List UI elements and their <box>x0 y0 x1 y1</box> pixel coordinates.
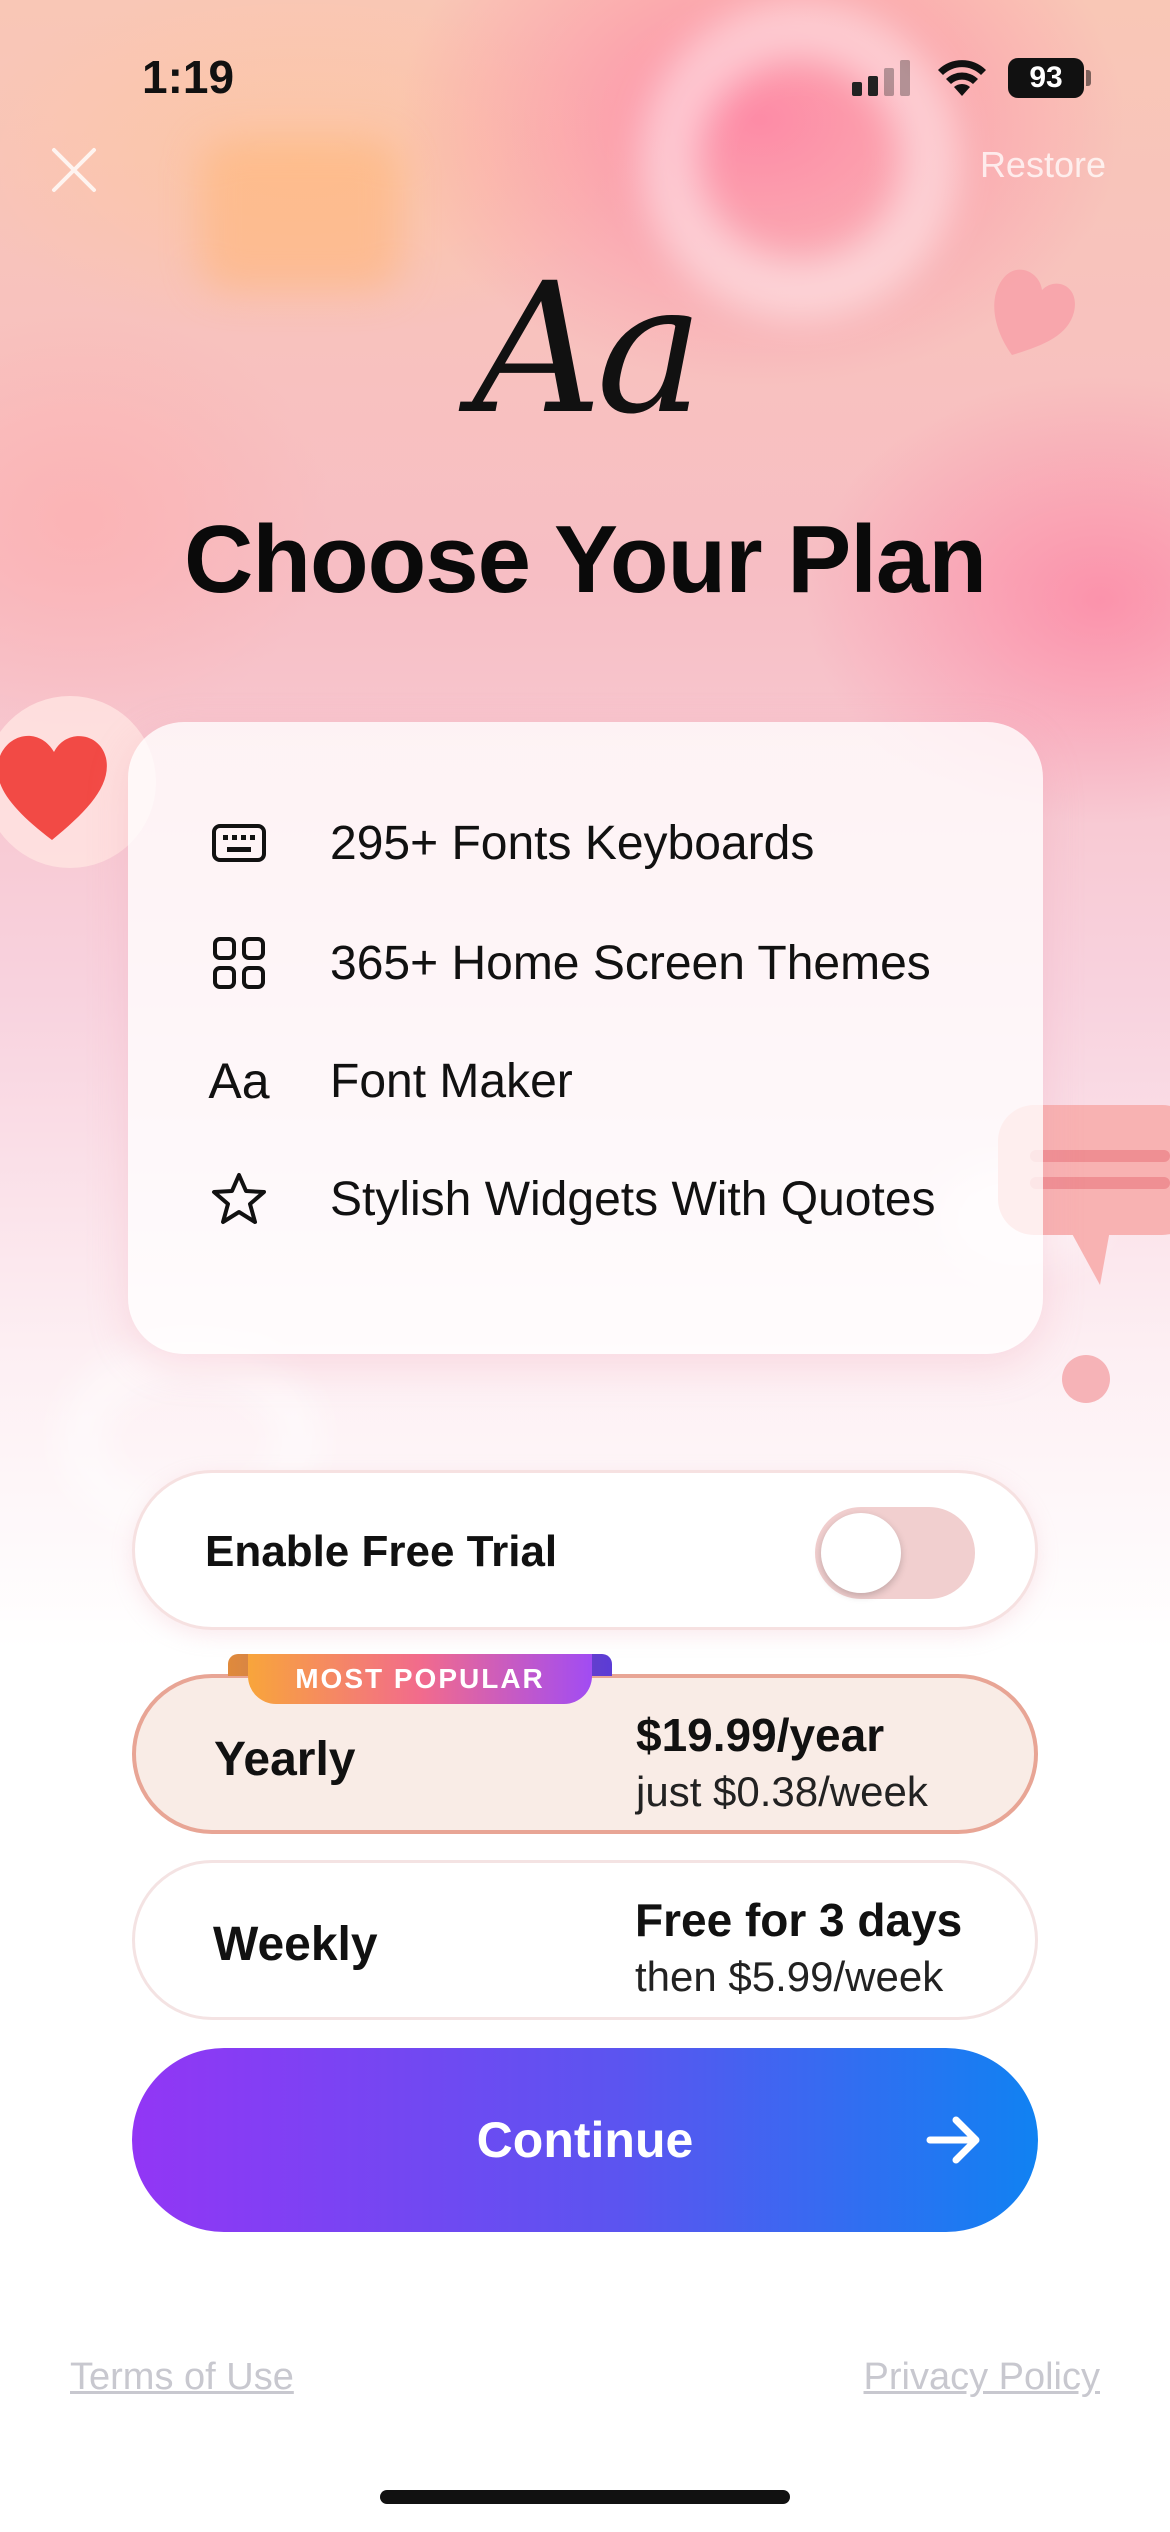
plan-subprice: then $5.99/week <box>635 1953 944 2000</box>
plan-price: Free for 3 days <box>635 1894 963 1946</box>
feature-label: 295+ Fonts Keyboards <box>330 816 815 870</box>
plan-subprice: just $0.38/week <box>636 1768 928 1815</box>
free-trial-label: Enable Free Trial <box>205 1527 558 1576</box>
feature-item: 365+ Home Screen Themes <box>208 932 931 994</box>
features-card: 295+ Fonts Keyboards 365+ Home Screen Th… <box>128 722 1043 1354</box>
cellular-signal-icon <box>852 60 910 96</box>
free-trial-toggle[interactable] <box>815 1507 975 1599</box>
feature-item: 295+ Fonts Keyboards <box>208 812 814 874</box>
page-title: Choose Your Plan <box>184 506 987 613</box>
font-aa-icon: Aa <box>208 1053 270 1109</box>
terms-of-use-link[interactable]: Terms of Use <box>70 2356 294 2399</box>
toggle-knob <box>821 1513 901 1593</box>
grid-icon <box>208 932 270 994</box>
keyboard-icon <box>208 812 270 874</box>
plan-price: $19.99/year <box>636 1709 885 1761</box>
app-logo: Aa <box>472 245 703 454</box>
wifi-icon <box>938 60 986 96</box>
status-time: 1:19 <box>142 51 235 103</box>
feature-item: Aa Font Maker <box>208 1050 573 1112</box>
battery-tip <box>1086 70 1091 86</box>
feature-label: Stylish Widgets With Quotes <box>330 1172 936 1226</box>
decor-dot <box>1062 1355 1110 1403</box>
star-icon <box>208 1168 270 1230</box>
home-indicator <box>380 2490 790 2504</box>
free-trial-row[interactable]: Enable Free Trial <box>132 1470 1038 1630</box>
restore-button[interactable]: Restore <box>980 144 1106 186</box>
continue-button[interactable]: Continue <box>132 2048 1038 2232</box>
close-icon[interactable] <box>44 140 104 200</box>
privacy-policy-link[interactable]: Privacy Policy <box>864 2356 1101 2399</box>
arrow-right-icon <box>926 2116 980 2164</box>
paywall-screen: 1:19 93 Restore Aa Choose Your Plan 295+… <box>0 0 1170 2532</box>
feature-label: Font Maker <box>330 1054 573 1108</box>
plan-option-weekly[interactable]: Weekly Free for 3 days then $5.99/week <box>132 1860 1038 2020</box>
plan-name: Yearly <box>214 1733 356 1786</box>
continue-label: Continue <box>476 2112 694 2168</box>
badge-label: MOST POPULAR <box>248 1654 592 1704</box>
most-popular-badge: MOST POPULAR <box>228 1654 612 1704</box>
battery-icon: 93 <box>1008 58 1084 98</box>
feature-item: Stylish Widgets With Quotes <box>208 1168 936 1230</box>
plan-name: Weekly <box>213 1918 378 1971</box>
feature-label: 365+ Home Screen Themes <box>330 936 931 990</box>
